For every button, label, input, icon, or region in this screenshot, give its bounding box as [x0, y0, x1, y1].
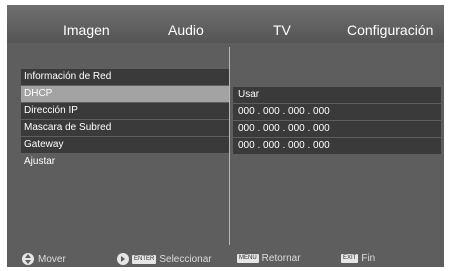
menu-item-ip-address[interactable]: Dirección IP [21, 103, 229, 119]
hint-select: ENTER Seleccionar [117, 253, 212, 265]
gateway-value[interactable]: 000 . 000 . 000 . 000 [233, 138, 441, 154]
tab-audio[interactable]: Audio [168, 22, 204, 38]
panel-divider [229, 47, 230, 245]
dhcp-value[interactable]: Usar [233, 87, 441, 103]
button-hints: Mover ENTER Seleccionar MENU Retornar EX… [7, 251, 444, 267]
tab-imagen[interactable]: Imagen [63, 22, 110, 38]
hint-return-label: Retornar [261, 253, 301, 264]
subnet-mask-value[interactable]: 000 . 000 . 000 . 000 [233, 121, 441, 137]
ip-address-value[interactable]: 000 . 000 . 000 . 000 [233, 104, 441, 120]
network-settings-list: Información de Red DHCP Dirección IP Mas… [21, 69, 229, 171]
network-values-list: Usar 000 . 000 . 000 . 000 000 . 000 . 0… [233, 87, 441, 155]
tv-settings-menu: Imagen Audio TV Configuración Informació… [7, 5, 444, 267]
menu-item-adjust[interactable]: Ajustar [21, 154, 229, 170]
tab-tv[interactable]: TV [273, 22, 291, 38]
hint-exit-label: Fin [361, 253, 376, 264]
hint-exit: EXIT Fin [341, 253, 375, 264]
menu-item-gateway[interactable]: Gateway [21, 137, 229, 153]
right-arrow-icon [117, 253, 129, 265]
tab-configuracion[interactable]: Configuración [347, 22, 433, 38]
exit-key-icon: EXIT [341, 254, 359, 263]
menu-item-network-info[interactable]: Información de Red [21, 69, 229, 85]
enter-key-icon: ENTER [132, 254, 157, 264]
hint-move-label: Mover [38, 253, 66, 265]
menu-tabs: Imagen Audio TV Configuración [7, 5, 444, 43]
up-down-arrows-icon [22, 253, 34, 265]
hint-return: MENU Retornar [237, 253, 301, 264]
hint-move: Mover [22, 253, 66, 265]
hint-select-label: Seleccionar [159, 253, 212, 265]
menu-key-icon: MENU [237, 254, 259, 263]
menu-item-subnet-mask[interactable]: Mascara de Subred [21, 120, 229, 136]
menu-item-dhcp[interactable]: DHCP [21, 86, 229, 102]
